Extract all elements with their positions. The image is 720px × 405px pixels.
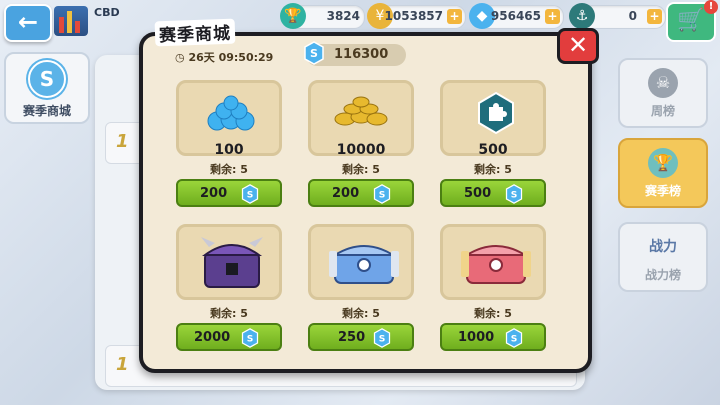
shop-item[interactable]: 剩余: 5 1000 S [440, 224, 546, 352]
power-badge: 战力 [649, 239, 677, 255]
rank-number: 1 [116, 354, 129, 375]
rank-number: 1 [116, 131, 129, 152]
buy-button[interactable]: 1000 S [440, 323, 546, 351]
svg-text:S: S [247, 333, 254, 344]
svg-text:S: S [511, 189, 518, 200]
close-button[interactable]: ✕ [557, 28, 599, 64]
shop-item[interactable]: 500 剩余: 5 500 S [440, 80, 546, 208]
medal-counter: ⚓ 0 + [569, 3, 666, 29]
season-coin-icon: S [373, 328, 391, 348]
weekly-rank-tab[interactable]: ☠ 周榜 [618, 58, 708, 128]
buy-button[interactable]: 200 S [308, 179, 414, 207]
season-currency-balance: S 116300 [304, 41, 406, 66]
svg-text:S: S [379, 189, 386, 200]
season-rank-tab[interactable]: 🏆 赛季榜 [618, 138, 708, 208]
svg-text:S: S [379, 333, 386, 344]
item-art [308, 224, 414, 300]
season-coin-icon: S [505, 184, 523, 204]
add-coins-button[interactable]: + [447, 9, 462, 24]
purple-chest-icon [201, 237, 263, 288]
gold-coins-icon [334, 96, 388, 126]
buy-button[interactable]: 500 S [440, 179, 546, 207]
season-timer: ◷ 26天 09:50:29 [175, 51, 274, 64]
buy-button[interactable]: 250 S [308, 323, 414, 351]
city-icon[interactable] [54, 6, 88, 36]
modal-title: 赛季商城 [154, 18, 236, 47]
gem-counter: ◆ 956465 + [469, 3, 564, 29]
shop-item[interactable]: 剩余: 5 250 S [308, 224, 414, 352]
skull-badge-icon: ☠ [648, 68, 678, 98]
trophy-icon: 🏆 [648, 148, 678, 178]
season-coin-icon: S [241, 328, 259, 348]
clock-icon: ◷ [175, 51, 185, 64]
anchor-medal-icon: ⚓ [569, 3, 595, 29]
close-icon: ✕ [567, 31, 589, 59]
shop-cart-button[interactable]: 🛒 ! [666, 0, 718, 42]
item-art [440, 224, 546, 300]
notification-icon: ! [704, 0, 718, 14]
svg-text:S: S [310, 47, 318, 60]
item-art [176, 224, 282, 300]
season-coin-icon: S [28, 60, 66, 98]
blue-chest-icon [329, 245, 399, 284]
power-rank-tab[interactable]: 战力 战力榜 [618, 222, 708, 292]
buy-button[interactable]: 2000 S [176, 323, 282, 351]
shop-item[interactable]: 10000 剩余: 5 200 S [308, 80, 414, 208]
cart-icon: 🛒 [677, 8, 705, 33]
back-button[interactable]: ← [4, 4, 52, 42]
red-chest-icon [461, 245, 531, 284]
svg-text:S: S [247, 189, 254, 200]
buy-button[interactable]: 200 S [176, 179, 282, 207]
svg-text:S: S [511, 333, 518, 344]
puzzle-piece-icon [478, 91, 514, 135]
trophy-counter: 🏆 3824 [280, 3, 365, 29]
shop-item[interactable]: 剩余: 5 2000 S [176, 224, 282, 352]
location-label: CBD [94, 6, 120, 19]
trophy-icon: 🏆 [280, 3, 306, 29]
shop-item[interactable]: 100 剩余: 5 200 S [176, 80, 282, 208]
season-coin-icon: S [505, 328, 523, 348]
season-coin-icon: S [373, 184, 391, 204]
coin-counter: ¥ 1053857 + [367, 3, 466, 29]
season-coin-icon: S [241, 184, 259, 204]
add-medals-button[interactable]: + [647, 9, 662, 24]
season-coin-icon: S [304, 41, 324, 65]
arrow-left-icon: ← [17, 8, 39, 36]
season-shop-nav[interactable]: S 赛季商城 [4, 52, 90, 124]
gems-pile-icon [207, 95, 255, 131]
add-gems-button[interactable]: + [545, 9, 560, 24]
